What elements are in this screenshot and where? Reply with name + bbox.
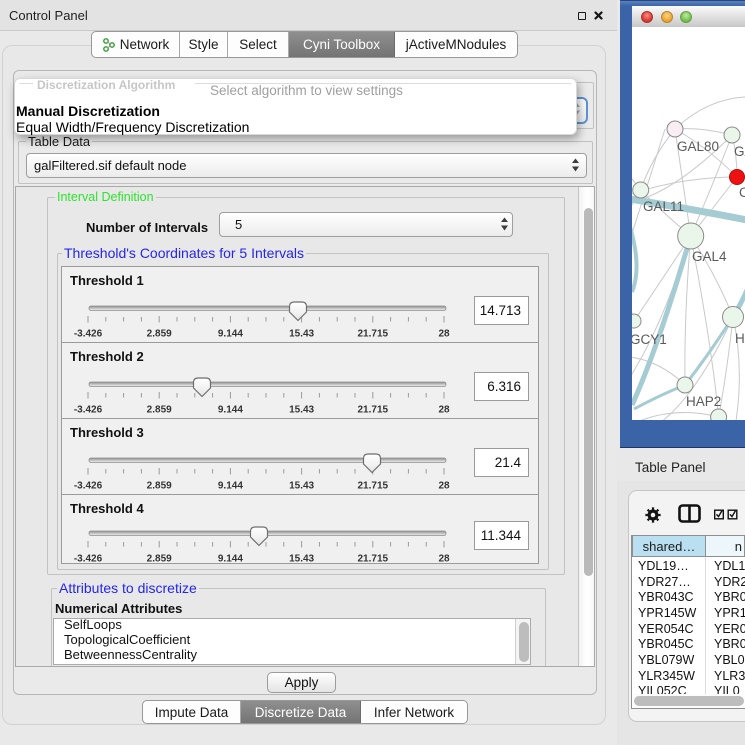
svg-text:21.715: 21.715 [358, 554, 389, 565]
svg-text:-3.426: -3.426 [74, 329, 103, 340]
svg-text:21.715: 21.715 [358, 405, 389, 416]
svg-text:2.859: 2.859 [147, 481, 172, 492]
svg-text:28: 28 [438, 329, 450, 340]
svg-text:15.43: 15.43 [289, 405, 314, 416]
svg-text:GAL2: GAL2 [734, 144, 745, 159]
svg-text:GCY1: GCY1 [632, 332, 667, 347]
svg-text:9.144: 9.144 [218, 481, 243, 492]
svg-text:9.144: 9.144 [218, 405, 243, 416]
svg-text:-3.426: -3.426 [74, 405, 103, 416]
svg-text:28: 28 [438, 405, 450, 416]
svg-text:9.144: 9.144 [218, 329, 243, 340]
svg-text:GAL80: GAL80 [677, 139, 719, 154]
svg-text:9.144: 9.144 [218, 554, 243, 565]
svg-text:2.859: 2.859 [147, 329, 172, 340]
svg-text:15.43: 15.43 [289, 481, 314, 492]
svg-text:15.43: 15.43 [289, 329, 314, 340]
svg-text:2.859: 2.859 [147, 554, 172, 565]
svg-text:-3.426: -3.426 [74, 481, 103, 492]
svg-text:GAL11: GAL11 [643, 199, 684, 214]
svg-text:21.715: 21.715 [358, 329, 389, 340]
svg-text:15.43: 15.43 [289, 554, 314, 565]
svg-text:HA: HA [735, 331, 745, 346]
svg-text:2.859: 2.859 [147, 405, 172, 416]
svg-text:28: 28 [438, 554, 450, 565]
svg-text:28: 28 [438, 481, 450, 492]
svg-text:-3.426: -3.426 [74, 554, 103, 565]
svg-text:GAL4: GAL4 [692, 249, 727, 264]
svg-text:HAP2: HAP2 [686, 394, 721, 409]
svg-text:CY: CY [739, 185, 745, 200]
svg-text:21.715: 21.715 [358, 481, 389, 492]
